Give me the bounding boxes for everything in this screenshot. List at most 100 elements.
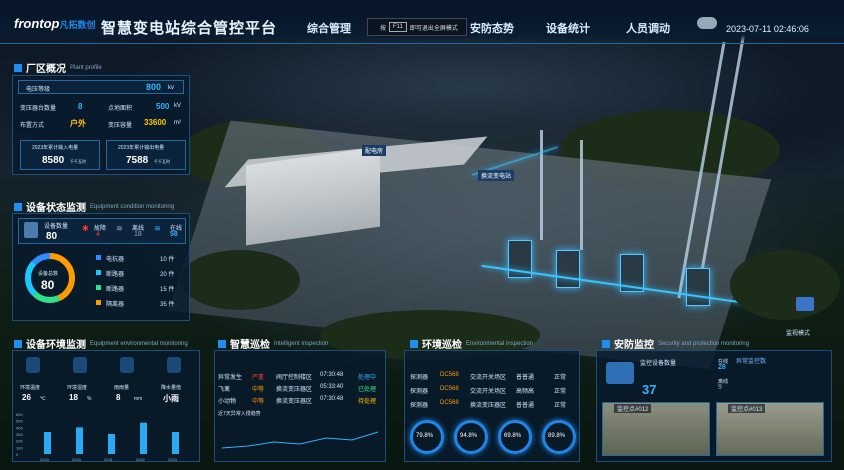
bar bbox=[108, 434, 115, 454]
output-energy-unit: 千千瓦时 bbox=[154, 159, 170, 164]
camera-feed-2-label: 监控点#013 bbox=[728, 404, 766, 413]
app-title: 智慧变电站综合管控平台 bbox=[101, 20, 278, 37]
device-count-value: 80 bbox=[46, 231, 58, 242]
layout-value: 户外 bbox=[70, 119, 86, 128]
scene-label-building[interactable]: 配电房 bbox=[362, 145, 387, 156]
nav-security[interactable]: 安防态势 bbox=[470, 20, 514, 36]
total-label: 设备总数 bbox=[38, 271, 59, 277]
online-icon: ≋ bbox=[154, 224, 161, 233]
patrol-cell: 待处理 bbox=[358, 399, 377, 405]
env-bar-chart: 600 500400 300 200100 0 2019 2020 2021 2022 2023 bbox=[16, 412, 179, 462]
transformer[interactable] bbox=[556, 250, 580, 288]
power-tower bbox=[540, 130, 543, 240]
patrol-cell: 阀厅控制楼区 bbox=[276, 375, 313, 381]
envpatrol-cell: 普普通 bbox=[516, 375, 535, 381]
legend-value: 15 件 bbox=[160, 287, 175, 293]
legend-value: 10 件 bbox=[160, 257, 175, 263]
legend-label: 电抗器 bbox=[106, 257, 125, 263]
x-tick-label: 2021 bbox=[104, 457, 114, 462]
env-item-icon bbox=[120, 357, 134, 373]
voltage-unit: kv bbox=[168, 85, 174, 91]
progress-ring-value: 79.8% bbox=[416, 433, 434, 439]
patrol-cell: 换流变压器区 bbox=[276, 399, 313, 405]
patrol-cell: 换流变压器区 bbox=[276, 387, 313, 393]
area-value: 500 bbox=[156, 102, 170, 111]
camera-online-value: 28 bbox=[718, 364, 726, 371]
transformer[interactable] bbox=[686, 268, 710, 306]
envpatrol-cell: 探测器 bbox=[410, 389, 429, 395]
security-panel-title: 安防监控 Security and protection monitoring bbox=[602, 336, 749, 351]
x-tick-label: 2019 bbox=[40, 457, 50, 462]
patrol-cell: 07:30:48 bbox=[320, 372, 344, 378]
patrol-cell: 飞禽 bbox=[218, 387, 231, 393]
envpatrol-cell: 换流变压器区 bbox=[470, 403, 507, 409]
camera-abnormal-label: 异常监控数 bbox=[736, 359, 767, 365]
legend-swatch bbox=[96, 285, 101, 290]
cloud-icon bbox=[697, 17, 717, 29]
progress-ring-value: 89.8% bbox=[548, 433, 566, 439]
logo: frontop凡拓数创 bbox=[14, 16, 96, 31]
panel-icon bbox=[218, 339, 226, 348]
input-energy-value: 8580 bbox=[42, 155, 65, 166]
offline-icon: ≋ bbox=[116, 224, 123, 233]
env-item-unit: ℃ bbox=[40, 396, 46, 402]
env-item-label: 环境湿度 bbox=[67, 385, 88, 391]
envpatrol-cell: 交流开关场区 bbox=[470, 389, 507, 395]
forest bbox=[730, 250, 840, 320]
patrol-cell: 处理中 bbox=[358, 375, 377, 381]
progress-ring-value: 69.8% bbox=[504, 433, 522, 439]
env-item-icon bbox=[26, 357, 40, 373]
capacity-value: 33600 bbox=[144, 118, 167, 127]
scene-label-station[interactable]: 换流变电站 bbox=[478, 170, 515, 181]
output-energy-label: 2023年累计输出电量 bbox=[118, 145, 165, 151]
camera-feed-1-label: 监控点#012 bbox=[614, 404, 652, 413]
panel-icon bbox=[602, 339, 610, 348]
envpatrol-cell: 探测器 bbox=[410, 403, 429, 409]
fullscreen-tip: 按 F11 即可退出全屏模式 bbox=[367, 18, 467, 36]
env-item-icon bbox=[73, 357, 87, 373]
y-tick-label: 400 bbox=[16, 425, 23, 430]
panel-icon bbox=[410, 339, 418, 348]
bar bbox=[76, 427, 83, 454]
legend-label: 断路器 bbox=[106, 287, 125, 293]
progress-ring-value: 94.8% bbox=[460, 433, 478, 439]
env-item-value: 8 bbox=[116, 393, 121, 402]
env-item-label: 降水量值 bbox=[161, 385, 182, 391]
y-tick-label: 300 bbox=[16, 432, 23, 437]
patrol-cell: 已处理 bbox=[358, 387, 377, 393]
x-tick-label: 2020 bbox=[72, 457, 82, 462]
transformer-count-value: 8 bbox=[78, 102, 83, 111]
env-item-unit: mm bbox=[134, 396, 143, 402]
forest bbox=[180, 250, 300, 310]
nav-personnel[interactable]: 人员调动 bbox=[626, 20, 670, 36]
f11-key: F11 bbox=[389, 22, 407, 32]
legend-value: 35 件 bbox=[160, 302, 175, 308]
envpatrol-cell: 普普通 bbox=[516, 403, 535, 409]
input-energy-label: 2023年累计输入电量 bbox=[32, 145, 79, 151]
panel-icon bbox=[14, 202, 22, 211]
voltage-value: 800 bbox=[146, 82, 162, 92]
online-value: 58 bbox=[170, 231, 178, 238]
camera-count-value: 37 bbox=[642, 382, 657, 397]
datetime: 2023-07-11 02:46:06 bbox=[726, 24, 809, 34]
monitor-mode-button[interactable] bbox=[796, 297, 814, 311]
patrol-cell: 严重 bbox=[252, 375, 265, 381]
envpatrol-panel-title: 环境巡检 Environmental inspection bbox=[410, 336, 533, 351]
plant-panel-title: 厂区概况 Plant profile bbox=[14, 60, 102, 75]
env-item-label: 雨雨量 bbox=[114, 385, 130, 391]
nav-equipment[interactable]: 设备统计 bbox=[546, 20, 590, 36]
device-icon bbox=[24, 222, 38, 238]
area-label: 点地面积 bbox=[108, 106, 133, 112]
input-energy-unit: 千千瓦时 bbox=[70, 159, 86, 164]
offline-value: 18 bbox=[134, 231, 142, 238]
patrol-cell: 中等 bbox=[252, 387, 265, 393]
envpatrol-cell: 探测器 bbox=[410, 375, 429, 381]
nav-general[interactable]: 综合管理 bbox=[307, 20, 351, 36]
patrol-cell: 07:30:48 bbox=[320, 396, 344, 402]
y-tick-label: 600 bbox=[16, 412, 23, 417]
envpatrol-cell: 交流开关场区 bbox=[470, 375, 507, 381]
transformer-count-label: 变压器台数量 bbox=[20, 106, 57, 112]
bar bbox=[140, 422, 147, 454]
envpatrol-cell: 高频高 bbox=[516, 389, 535, 395]
patrol-trend-chart bbox=[221, 431, 379, 449]
